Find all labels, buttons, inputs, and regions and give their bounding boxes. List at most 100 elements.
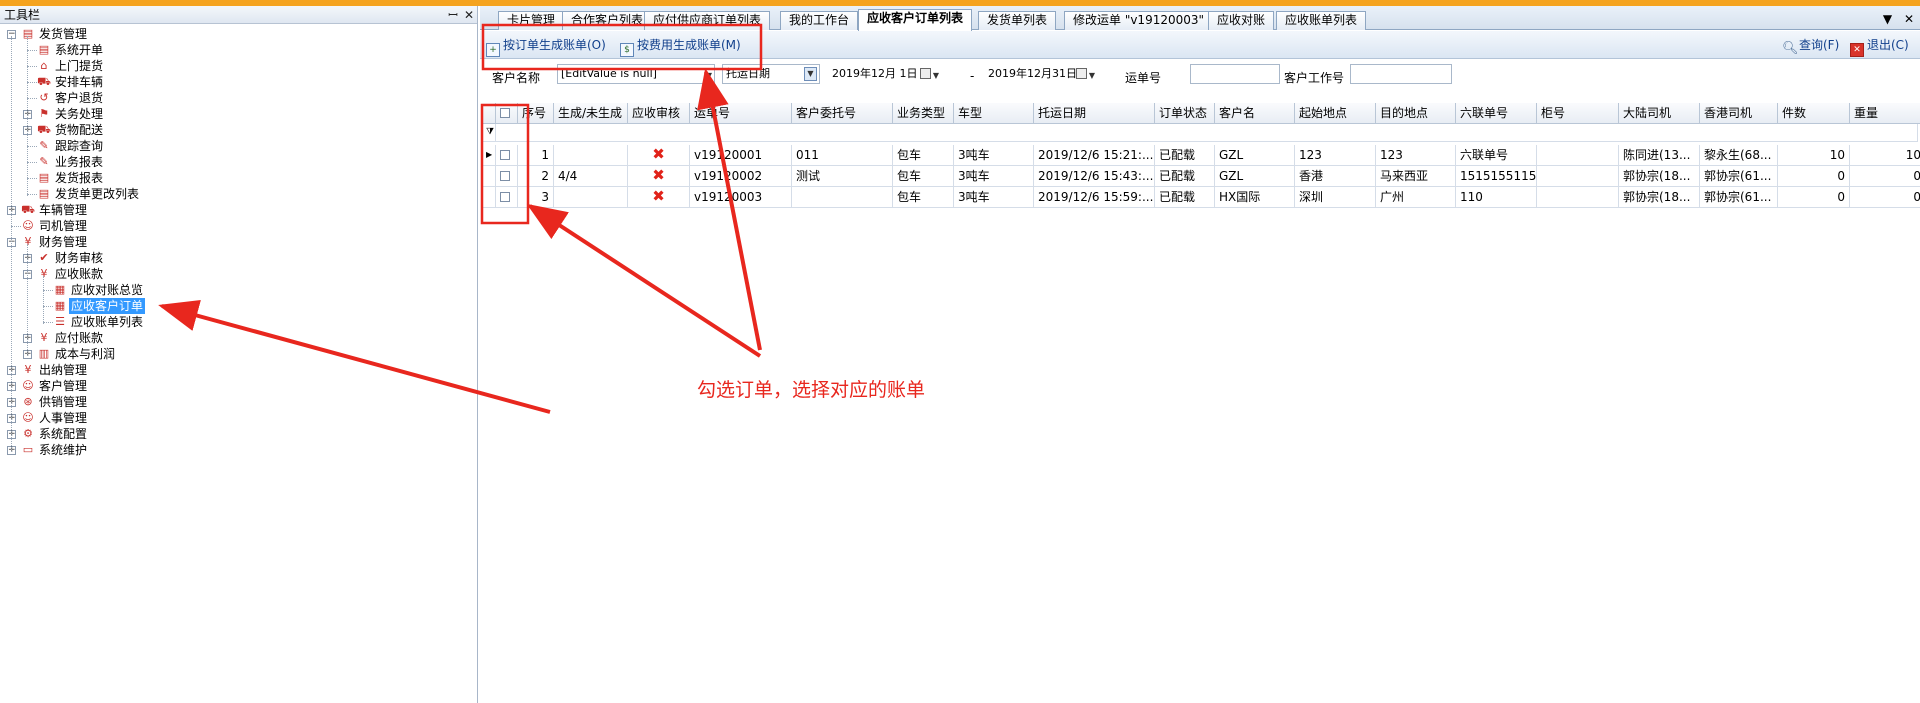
grid-header-row: 序号 生成/未生成 应收审核 运单号 客户委托号 业务类型 车型 托运日期 订单状态 客户名 起始地… (482, 103, 1920, 124)
tab-6[interactable]: 发货单列表 (978, 11, 1057, 30)
tab-9[interactable]: 应收账单列表 (1276, 11, 1367, 30)
close-icon[interactable]: ✕ (461, 8, 477, 22)
tree-item[interactable]: ✎ 业务报表 (0, 154, 470, 170)
date-type-select[interactable]: 托运日期 ▼ (722, 64, 820, 84)
tree-item[interactable]: ▦ 应收对账总览 (0, 282, 470, 298)
tree-item[interactable]: + ▭ 系统维护 (0, 442, 470, 458)
tree-item[interactable]: + ⚙ 系统配置 (0, 426, 470, 442)
tree-item[interactable]: − ¥ 应收账款 (0, 266, 470, 282)
tree-item[interactable]: + ¥ 出纳管理 (0, 362, 470, 378)
cell-biz: 包车 (893, 145, 954, 166)
tree-item[interactable]: − ¥ 财务管理 (0, 234, 470, 250)
tree-item[interactable]: ☰ 应收账单列表 (0, 314, 470, 330)
tree-item[interactable]: + ⚑ 关务处理 (0, 106, 470, 122)
toolbox-title-bar: 工具栏 ꟷ ✕ (0, 6, 477, 24)
column-header[interactable]: 应收审核 (628, 103, 690, 124)
tree-item[interactable]: + ✔ 财务审核 (0, 250, 470, 266)
tree-item[interactable]: ▤ 发货报表 (0, 170, 470, 186)
tree-item[interactable]: ▤ 发货单更改列表 (0, 186, 470, 202)
cell-generated: 4/4 (554, 166, 628, 187)
tree-item[interactable]: ⌂ 上门提货 (0, 58, 470, 74)
pin-icon[interactable]: ꟷ (445, 6, 461, 23)
tab-3[interactable]: 应付供应商订单列表 (644, 11, 771, 30)
tab-2[interactable]: 合作客户列表 (562, 11, 653, 30)
tree-item-label: 出纳管理 (39, 363, 88, 377)
tab-1[interactable]: 卡片管理 (498, 11, 565, 30)
generate-bill-by-fee-button[interactable]: $ 按费用生成账单(M) (620, 37, 741, 57)
column-header[interactable]: 车型 (954, 103, 1034, 124)
filter-row-cells[interactable] (496, 124, 1918, 142)
waybill-input[interactable] (1190, 64, 1280, 84)
cell-origin: 深圳 (1295, 187, 1376, 208)
date-from-field[interactable]: 2019年12月 1日 ▼ (828, 64, 942, 84)
tab-5[interactable]: 应收客户订单列表 (858, 9, 973, 31)
row-checkbox[interactable] (496, 166, 518, 187)
tab-7[interactable]: 修改运单 "v19120003" (1064, 11, 1214, 30)
tree-connector (11, 36, 12, 452)
pencil-icon: ✎ (39, 155, 49, 168)
column-header[interactable]: 运单号 (690, 103, 792, 124)
grid-filter-row[interactable]: ⧩ (482, 124, 1918, 142)
tree-item[interactable]: ⛟ 安排车辆 (0, 74, 470, 90)
column-header[interactable]: 六联单号 (1456, 103, 1537, 124)
select-all-checkbox[interactable] (496, 103, 518, 124)
column-header[interactable]: 托运日期 (1034, 103, 1155, 124)
column-header[interactable]: 客户委托号 (792, 103, 893, 124)
column-header[interactable]: 起始地点 (1295, 103, 1376, 124)
cell-mainland-driver: 郭协宗(18... (1619, 187, 1700, 208)
table-row[interactable]: 2 4/4 ✖ v19120002 测试 包车 3吨车 2019/12/6 15:43:...… (482, 166, 1920, 187)
column-header[interactable]: 目的地点 (1376, 103, 1456, 124)
table-row[interactable]: 3 ✖ v19120003 包车 3吨车 2019/12/6 15:59:... 已配载 HX… (482, 187, 1920, 208)
tree-item-label: 系统配置 (39, 427, 88, 441)
column-header[interactable]: 重量 (1850, 103, 1920, 124)
truck-icon: ⛟ (21, 203, 35, 216)
tree-item[interactable]: + ☺ 客户管理 (0, 378, 470, 394)
column-header[interactable]: 序号 (518, 103, 554, 124)
cell-customer: GZL (1215, 145, 1295, 166)
date-to-field[interactable]: 2019年12月31日 ▼ (984, 64, 1098, 84)
column-header[interactable]: 大陆司机 (1619, 103, 1700, 124)
tab-8[interactable]: 应收对账 (1208, 11, 1275, 30)
tab-bar: 卡片管理 合作客户列表 应付供应商订单列表 我的工作台 应收客户订单列表 发货单列表 修改运… (480, 6, 1920, 31)
tree-item-label: 安排车辆 (55, 75, 104, 89)
tab-controls: ▼ ✕ (1875, 12, 1914, 26)
row-checkbox[interactable] (496, 145, 518, 166)
tree-item[interactable]: + ▥ 成本与利润 (0, 346, 470, 362)
cell-dest: 123 (1376, 145, 1456, 166)
column-header[interactable]: 订单状态 (1155, 103, 1215, 124)
row-checkbox[interactable] (496, 187, 518, 208)
cell-weight: 0 (1850, 187, 1920, 208)
column-header[interactable]: 柜号 (1537, 103, 1619, 124)
column-header[interactable]: 生成/未生成 (554, 103, 628, 124)
tree-item[interactable]: ✎ 跟踪查询 (0, 138, 470, 154)
tree-item[interactable]: + ⊛ 供销管理 (0, 394, 470, 410)
column-header[interactable]: 业务类型 (893, 103, 954, 124)
table-row[interactable]: ▶ 1 ✖ v19120001 011 包车 3吨车 2019/12/6 15:21:... 已… (482, 145, 1920, 166)
exit-button[interactable]: ✕ 退出(C) (1850, 37, 1909, 57)
config-icon: ⚙ (23, 427, 33, 440)
tree-item[interactable]: ▦ 应收客户订单 (0, 298, 470, 314)
generate-bill-by-order-button[interactable]: + 按订单生成账单(O) (486, 37, 606, 57)
tree-item[interactable]: + ☺ 人事管理 (0, 410, 470, 426)
tree-item[interactable]: + ¥ 应付账款 (0, 330, 470, 346)
column-header[interactable]: 件数 (1778, 103, 1850, 124)
tab-dropdown-icon[interactable]: ▼ (1883, 12, 1892, 26)
cell-status: 已配载 (1155, 145, 1215, 166)
job-number-input[interactable] (1350, 64, 1452, 84)
query-button[interactable]: 🔍︎查询(F) (1782, 37, 1839, 55)
pickup-icon: ⌂ (40, 59, 48, 72)
tree-item[interactable]: + ⛟ 货物配送 (0, 122, 470, 138)
cell-customer: GZL (1215, 166, 1295, 187)
tree-item[interactable]: ▤ 系统开单 (0, 42, 470, 58)
tab-4[interactable]: 我的工作台 (780, 11, 859, 30)
column-header[interactable]: 客户名 (1215, 103, 1295, 124)
tree-item[interactable]: − ▤ 发货管理 (0, 26, 470, 42)
tree-item[interactable]: + ⛟ 车辆管理 (0, 202, 470, 218)
tree-connector (27, 82, 37, 83)
cell-client-no: 011 (792, 145, 893, 166)
tree-item[interactable]: ☺ 司机管理 (0, 218, 470, 234)
column-header[interactable]: 香港司机 (1700, 103, 1778, 124)
customer-name-select[interactable]: [EditValue is null] ▼ (557, 64, 715, 84)
tree-item[interactable]: ↺ 客户退货 (0, 90, 470, 106)
tab-close-icon[interactable]: ✕ (1904, 12, 1914, 26)
